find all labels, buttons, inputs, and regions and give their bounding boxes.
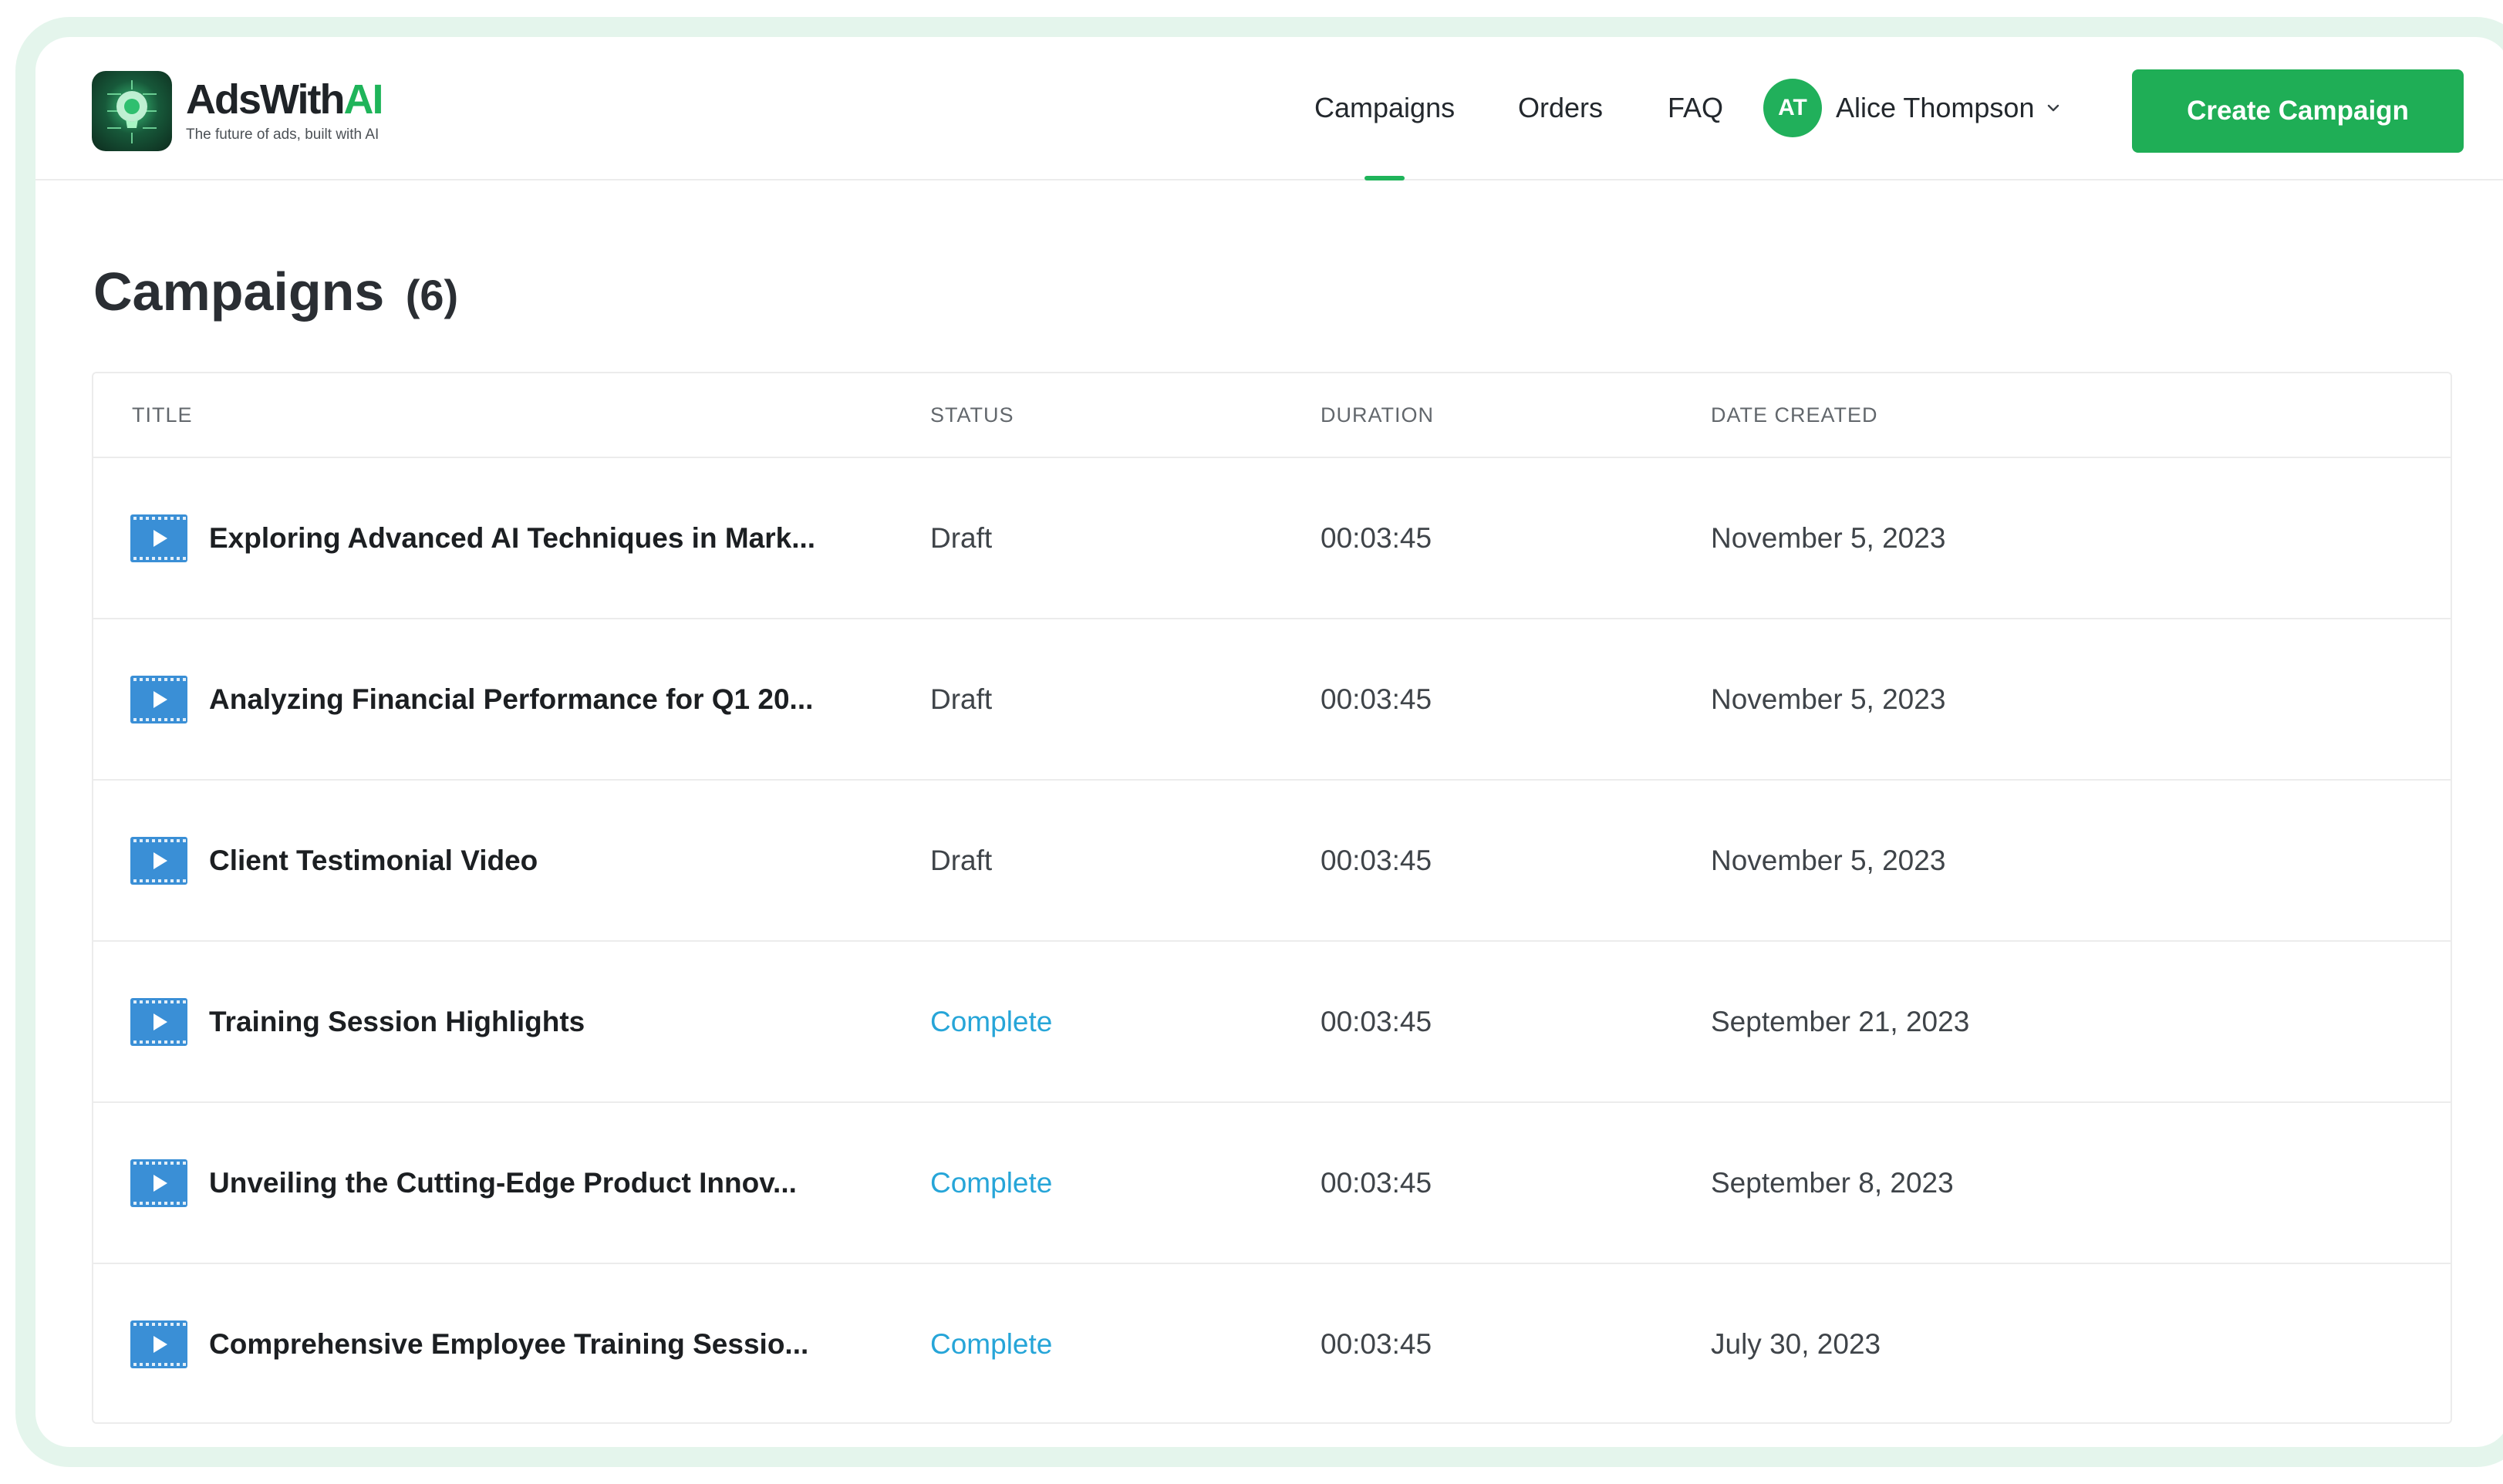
user-menu[interactable]: AT Alice Thompson bbox=[1763, 37, 2062, 179]
chevron-down-icon bbox=[2048, 104, 2059, 112]
row-status: Draft bbox=[930, 683, 993, 715]
nav-faq[interactable]: FAQ bbox=[1668, 37, 1723, 179]
row-status[interactable]: Complete bbox=[930, 942, 1052, 1101]
row-title-text: Training Session Highlights bbox=[209, 1005, 585, 1037]
row-duration: 00:03:45 bbox=[1321, 1005, 1432, 1037]
row-title[interactable]: Comprehensive Employee Training Sessio..… bbox=[130, 1264, 809, 1422]
video-icon bbox=[130, 1159, 187, 1207]
nav-faq-label: FAQ bbox=[1668, 92, 1724, 123]
table-row[interactable]: Comprehensive Employee Training Sessio..… bbox=[93, 1264, 2451, 1422]
row-status[interactable]: Complete bbox=[930, 1264, 1052, 1422]
nav-campaigns[interactable]: Campaigns bbox=[1314, 37, 1456, 180]
video-icon bbox=[130, 997, 187, 1046]
row-title[interactable]: Training Session Highlights bbox=[130, 942, 585, 1101]
row-duration: 00:03:45 bbox=[1321, 844, 1432, 876]
row-duration: 00:03:45 bbox=[1321, 1166, 1432, 1199]
column-header-date-created[interactable]: DATE CREATED bbox=[1711, 373, 1878, 457]
row-title-text: Exploring Advanced AI Techniques in Mark… bbox=[209, 521, 816, 554]
row-duration: 00:03:45 bbox=[1321, 1327, 1432, 1360]
avatar: AT bbox=[1763, 79, 1822, 137]
row-title-text: Client Testimonial Video bbox=[209, 844, 538, 876]
row-date-created: September 21, 2023 bbox=[1711, 1005, 1970, 1037]
column-header-title[interactable]: TITLE bbox=[132, 373, 193, 457]
table-row[interactable]: Exploring Advanced AI Techniques in Mark… bbox=[93, 458, 2451, 619]
row-date-created: November 5, 2023 bbox=[1711, 521, 1946, 554]
row-title[interactable]: Analyzing Financial Performance for Q1 2… bbox=[130, 619, 813, 779]
active-indicator bbox=[1365, 176, 1405, 180]
table-row[interactable]: Analyzing Financial Performance for Q1 2… bbox=[93, 619, 2451, 781]
row-title-text: Unveiling the Cutting-Edge Product Innov… bbox=[209, 1166, 797, 1199]
video-icon bbox=[130, 514, 187, 562]
campaign-count: (6) bbox=[405, 271, 459, 319]
logo[interactable]: AdsWithAI The future of ads, built with … bbox=[92, 71, 383, 151]
nav-orders-label: Orders bbox=[1518, 92, 1604, 123]
brain-chip-icon bbox=[92, 71, 172, 151]
column-header-status[interactable]: STATUS bbox=[930, 373, 1014, 457]
row-title[interactable]: Exploring Advanced AI Techniques in Mark… bbox=[130, 458, 815, 618]
create-campaign-button[interactable]: Create Campaign bbox=[2132, 69, 2464, 153]
row-duration: 00:03:45 bbox=[1321, 521, 1432, 554]
row-title-text: Analyzing Financial Performance for Q1 2… bbox=[209, 683, 814, 715]
row-date-created: July 30, 2023 bbox=[1711, 1327, 1881, 1360]
column-header-duration[interactable]: DURATION bbox=[1321, 373, 1434, 457]
row-date-created: November 5, 2023 bbox=[1711, 844, 1946, 876]
campaigns-table: TITLE STATUS DURATION DATE CREATED Explo… bbox=[92, 372, 2452, 1424]
brand-name: AdsWithAI bbox=[186, 76, 383, 123]
row-duration: 00:03:45 bbox=[1321, 683, 1432, 715]
video-icon bbox=[130, 675, 187, 723]
video-icon bbox=[130, 836, 187, 885]
table-header: TITLE STATUS DURATION DATE CREATED bbox=[93, 373, 2451, 458]
brand-tagline: The future of ads, built with AI bbox=[186, 126, 379, 143]
nav-campaigns-label: Campaigns bbox=[1314, 92, 1456, 123]
nav-orders[interactable]: Orders bbox=[1518, 37, 1603, 179]
top-header: AdsWithAI The future of ads, built with … bbox=[35, 37, 2503, 180]
table-row[interactable]: Training Session Highlights Complete 00:… bbox=[93, 942, 2451, 1103]
row-status[interactable]: Complete bbox=[930, 1103, 1052, 1263]
row-status: Draft bbox=[930, 844, 993, 876]
page-title-text: Campaigns bbox=[93, 261, 385, 322]
row-date-created: November 5, 2023 bbox=[1711, 683, 1946, 715]
row-status: Draft bbox=[930, 521, 993, 554]
video-icon bbox=[130, 1320, 187, 1368]
app-window: AdsWithAI The future of ads, built with … bbox=[15, 17, 2503, 1467]
row-date-created: September 8, 2023 bbox=[1711, 1166, 1954, 1199]
table-row[interactable]: Unveiling the Cutting-Edge Product Innov… bbox=[93, 1103, 2451, 1264]
row-title-text: Comprehensive Employee Training Sessio..… bbox=[209, 1327, 809, 1360]
row-title[interactable]: Client Testimonial Video bbox=[130, 781, 538, 940]
row-title[interactable]: Unveiling the Cutting-Edge Product Innov… bbox=[130, 1103, 797, 1263]
page-title: Campaigns (6) bbox=[93, 261, 458, 322]
user-name: Alice Thompson bbox=[1836, 92, 2035, 123]
table-row[interactable]: Client Testimonial Video Draft 00:03:45 … bbox=[93, 781, 2451, 942]
